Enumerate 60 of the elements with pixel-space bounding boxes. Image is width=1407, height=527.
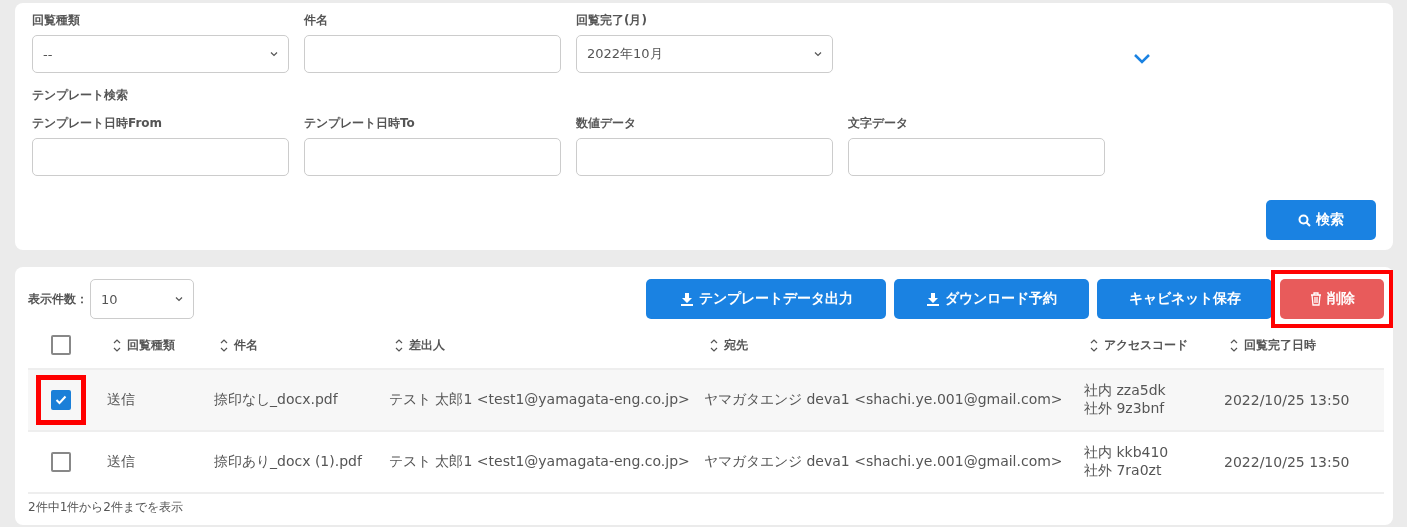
table-cell: テスト 太郎1 <test1@yamagata-eng.co.jp> — [389, 453, 690, 471]
input-field[interactable] — [848, 138, 1105, 176]
field-label: 回覧完了(月) — [576, 13, 648, 27]
checkmark-icon — [54, 395, 67, 405]
access-code: 社内 zza5dk — [1084, 382, 1167, 400]
column-header[interactable]: 差出人 — [409, 336, 445, 354]
field-label: テンプレート日時To — [304, 116, 416, 130]
field-label: 数値データ — [576, 116, 637, 130]
table-cell-text: 捺印なし_docx.pdf — [214, 391, 339, 409]
select-field[interactable]: 2022年10月 — [576, 35, 833, 73]
column-header[interactable]: 回覧種類 — [127, 336, 175, 354]
table-cell-text: ヤマガタエンジ deva1 <shachi.ye.001@gmail.com> — [704, 453, 1064, 471]
caret-icon — [814, 50, 822, 58]
access-code: 社内 kkb410 — [1084, 444, 1170, 462]
sort-icon[interactable] — [220, 338, 228, 352]
download-icon — [926, 292, 940, 306]
table-cell-text: 捺印あり_docx (1).pdf — [214, 453, 364, 471]
table-cell: テスト 太郎1 <test1@yamagata-eng.co.jp> — [389, 391, 690, 409]
input-field[interactable] — [32, 138, 289, 176]
table-cell-text: 送信 — [107, 391, 136, 409]
column-header[interactable]: 件名 — [234, 336, 258, 354]
search-button[interactable]: 検索 — [1266, 200, 1376, 240]
action-button[interactable]: テンプレートデータ出力 — [646, 279, 886, 319]
field-label: 文字データ — [848, 116, 909, 130]
column-header[interactable]: 回覧完了日時 — [1244, 336, 1316, 354]
field-label: テンプレート日時From — [32, 116, 164, 130]
section-title: テンプレート検索 — [32, 87, 129, 104]
chevron-down-icon[interactable] — [1133, 53, 1151, 65]
table-cell-text: 送信 — [107, 453, 136, 471]
select-all-checkbox[interactable] — [50, 335, 71, 355]
sort-icon[interactable] — [113, 338, 121, 352]
column-header[interactable]: 宛先 — [724, 336, 748, 354]
input-field[interactable] — [304, 35, 561, 73]
page-size-select[interactable]: 10 — [90, 279, 194, 319]
access-code: 社外 7ra0zt — [1084, 462, 1163, 480]
input-field[interactable] — [304, 138, 561, 176]
trash-icon — [1309, 292, 1322, 306]
caret-icon — [175, 295, 183, 303]
download-icon — [679, 292, 694, 306]
table-cell-text: ヤマガタエンジ deva1 <shachi.ye.001@gmail.com> — [704, 391, 1064, 409]
row-checkbox[interactable] — [50, 390, 71, 410]
select-field[interactable]: -- — [32, 35, 289, 73]
input-field[interactable] — [576, 138, 833, 176]
column-header[interactable]: アクセスコード — [1104, 336, 1188, 354]
access-code: 社外 9z3bnf — [1084, 400, 1166, 418]
sort-icon[interactable] — [395, 338, 403, 352]
action-button[interactable]: ダウンロード予約 — [894, 279, 1089, 319]
table-cell-text: 2022/10/25 13:50 — [1224, 454, 1351, 470]
result-summary: 2件中1件から2件までを表示 — [28, 500, 184, 514]
field-label: 回覧種類 — [32, 13, 81, 27]
sort-icon[interactable] — [1230, 338, 1238, 352]
sort-icon[interactable] — [1090, 338, 1098, 352]
table-cell-text: 2022/10/25 13:50 — [1224, 392, 1351, 408]
row-checkbox[interactable] — [50, 452, 71, 472]
search-icon — [1298, 213, 1311, 227]
caret-icon — [270, 50, 278, 58]
sort-icon[interactable] — [710, 338, 718, 352]
page-size-label: 表示件数： — [28, 290, 88, 308]
action-button[interactable]: キャビネット保存 — [1097, 279, 1272, 319]
field-label: 件名 — [304, 13, 329, 27]
